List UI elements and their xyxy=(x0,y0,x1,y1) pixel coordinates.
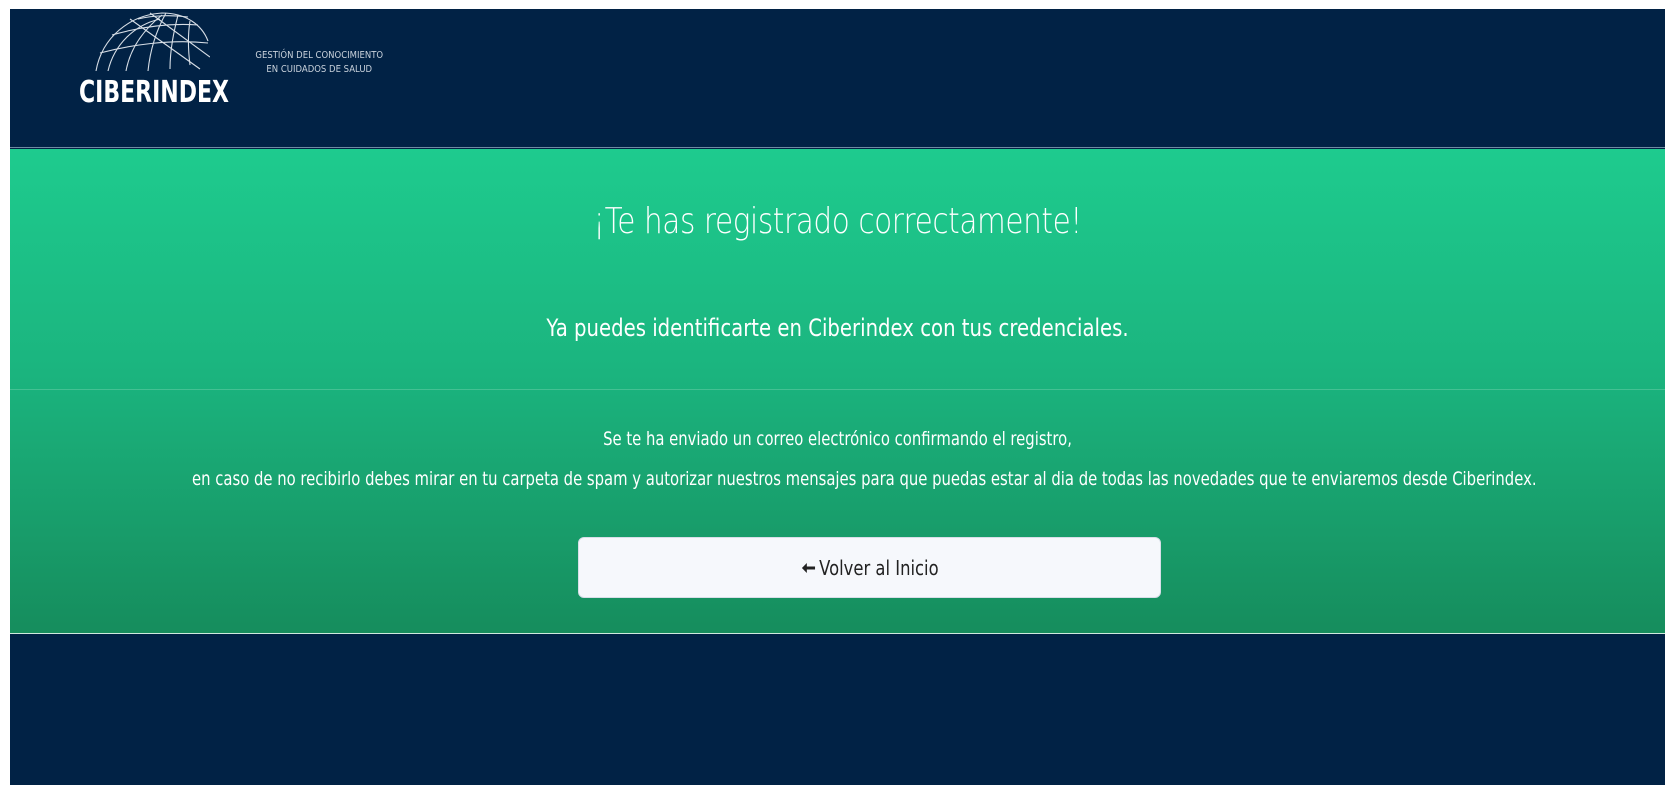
back-button-content: Volver al Inicio xyxy=(801,555,939,580)
globe-icon xyxy=(95,12,210,71)
page-title: ¡Te has registrado correctamente! xyxy=(593,201,1082,242)
ciberindex-logo[interactable]: CIBERINDEX xyxy=(74,9,234,110)
logo-wordmark: CIBERINDEX xyxy=(79,75,229,110)
message-line-2: en caso de no recibirlo debes mirar en t… xyxy=(192,468,1537,490)
back-button-label: Volver al Inicio xyxy=(818,555,939,580)
tagline-line-1: GESTIÓN DEL CONOCIMIENTO xyxy=(255,50,384,61)
tagline-line-2: EN CUIDADOS DE SALUD xyxy=(266,64,373,75)
tagline: GESTIÓN DEL CONOCIMIENTO EN CUIDADOS DE … xyxy=(247,49,392,77)
site-header: CIBERINDEX GESTIÓN DEL CONOCIMIENTO EN C… xyxy=(10,9,1665,148)
section-divider xyxy=(10,389,1665,390)
site-footer xyxy=(10,634,1665,785)
registration-success-panel: ¡Te has registrado correctamente! Ya pue… xyxy=(10,149,1665,634)
arrow-left-icon xyxy=(801,562,815,573)
confirmation-message: Se te ha enviado un correo electrónico c… xyxy=(192,419,1537,499)
success-subtitle: Ya puedes identificarte en Ciberindex co… xyxy=(546,314,1129,342)
back-to-home-button[interactable]: Volver al Inicio xyxy=(578,537,1161,598)
message-line-1: Se te ha enviado un correo electrónico c… xyxy=(603,428,1072,450)
logo-text: CIBERINDEX xyxy=(79,75,229,110)
page-frame: CIBERINDEX GESTIÓN DEL CONOCIMIENTO EN C… xyxy=(10,9,1665,785)
